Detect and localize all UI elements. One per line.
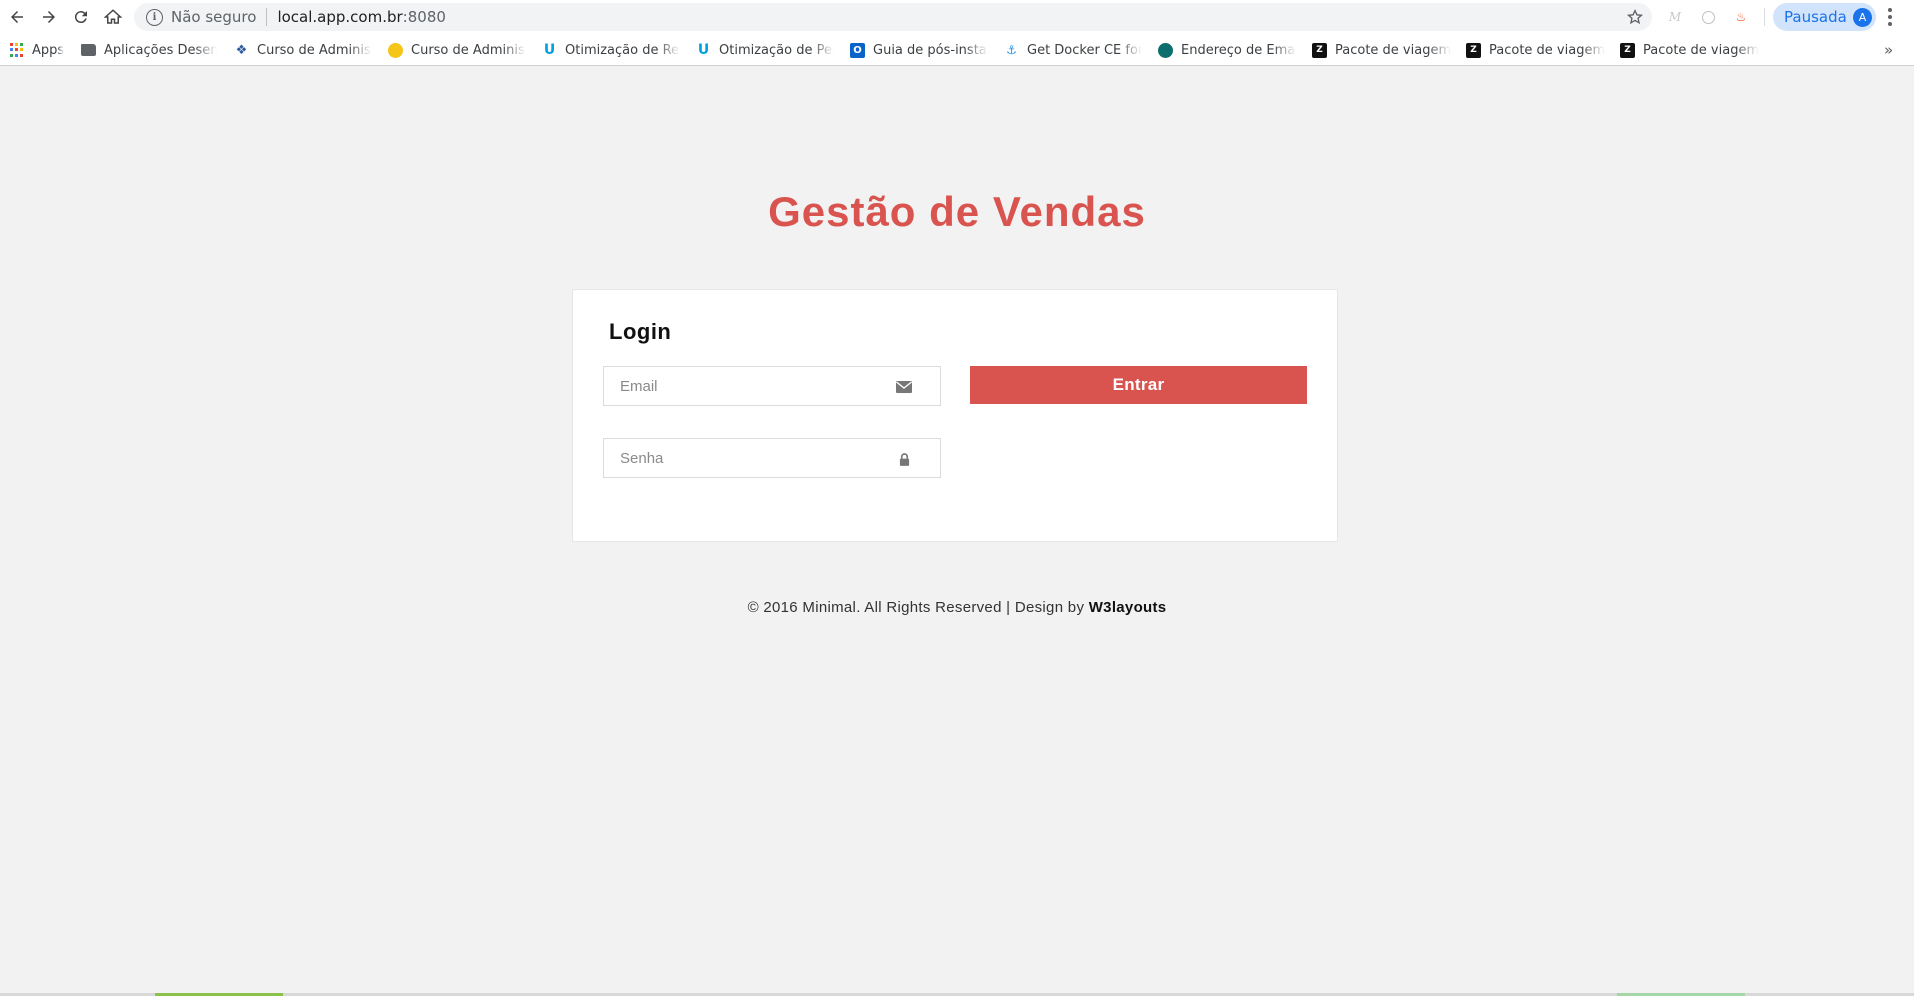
bookmark-label: Otimização de Performance [719, 42, 834, 58]
more-bookmarks-chevron-icon[interactable]: » [1884, 39, 1893, 61]
bookmark-label: Pacote de viagem [1643, 42, 1760, 58]
lock-icon [896, 451, 912, 467]
bookmark-label: Aplicações Desenvolvimento [104, 42, 217, 58]
home-button[interactable] [100, 4, 126, 30]
url-port: :8080 [402, 8, 446, 26]
bookmark-label: Apps [32, 42, 65, 58]
bookmark-curso-admin-2[interactable]: Curso de Administração [388, 39, 526, 61]
security-label: Não seguro [171, 8, 257, 26]
bookmark-endereco-email[interactable]: Endereço de Email [1158, 39, 1296, 61]
back-button[interactable] [4, 4, 30, 30]
bookmark-label: Otimização de Recursos [565, 42, 680, 58]
globe-icon [1158, 42, 1173, 58]
bookmark-label: Curso de Administração [411, 42, 526, 58]
bookmark-pacote-viagem-2[interactable]: Z Pacote de viagem [1466, 39, 1606, 61]
bookmarks-bar: Apps Aplicações Desenvolvimento ❖ Curso … [0, 33, 1914, 66]
bookmark-label: Get Docker CE for [1027, 42, 1142, 58]
zend-icon: Z [1312, 42, 1327, 58]
extension-fire-icon[interactable]: ♨ [1733, 9, 1749, 25]
bookmark-otimizacao-2[interactable]: U Otimização de Performance [696, 39, 834, 61]
profile-button[interactable]: Pausada A [1773, 3, 1876, 31]
profile-label: Pausada [1784, 8, 1847, 26]
back-arrow-icon [11, 11, 23, 23]
docker-icon: ⚓ [1006, 43, 1017, 57]
home-icon [104, 9, 122, 24]
info-icon[interactable]: i [146, 8, 163, 26]
password-input[interactable] [604, 439, 940, 477]
reload-button[interactable] [68, 4, 94, 30]
bookmark-label: Pacote de viagem [1489, 42, 1606, 58]
bookmark-apps[interactable]: Apps [9, 39, 69, 61]
reload-icon [74, 11, 87, 24]
outlook-icon: O [850, 42, 865, 58]
login-heading: Login [609, 319, 672, 344]
browser-menu-icon[interactable] [1884, 7, 1896, 27]
forward-arrow-icon [43, 11, 55, 23]
extension-circle-icon[interactable] [1700, 9, 1716, 25]
bird-icon: ❖ [235, 42, 248, 58]
password-field[interactable] [603, 438, 941, 478]
extension-m-icon[interactable]: M [1667, 9, 1683, 25]
forward-button[interactable] [36, 4, 62, 30]
url-host: local.app.com.br [277, 8, 403, 26]
page-title: Gestão de Vendas [768, 188, 1146, 235]
bookmark-label: Endereço de Email [1181, 42, 1296, 58]
bookmark-label: Pacote de viagem [1335, 42, 1452, 58]
login-submit-button[interactable]: Entrar [970, 366, 1307, 404]
zend-icon: Z [1620, 42, 1635, 58]
bookmark-curso-admin-1[interactable]: ❖ Curso de Administração [234, 39, 372, 61]
footer-designer-link[interactable]: W3layouts [1089, 599, 1167, 616]
apps-grid-icon [9, 42, 24, 58]
toolbar-divider [1764, 8, 1765, 26]
email-field[interactable] [603, 366, 941, 406]
browser-toolbar: i Não seguro local.app.com.br:8080 M ♨ P… [0, 0, 1914, 33]
address-bar[interactable]: i Não seguro local.app.com.br:8080 [134, 3, 1652, 31]
bookmark-guia-pos-instalacao[interactable]: O Guia de pós-instalação [850, 39, 988, 61]
bookmark-get-docker[interactable]: ⚓ Get Docker CE for [1004, 39, 1142, 61]
bookmark-label: Guia de pós-instalação [873, 42, 988, 58]
email-input[interactable] [604, 367, 940, 405]
address-divider [266, 8, 268, 26]
udemy-icon: U [697, 42, 710, 58]
bookmark-pacote-viagem-1[interactable]: Z Pacote de viagem [1312, 39, 1452, 61]
avatar: A [1853, 8, 1872, 27]
footer-text: © 2016 Minimal. All Rights Reserved | De… [747, 599, 1089, 616]
zend-icon: Z [1466, 42, 1481, 58]
sun-icon [388, 42, 403, 58]
footer-copyright: © 2016 Minimal. All Rights Reserved | De… [0, 599, 1914, 616]
bookmark-star-icon[interactable] [1626, 8, 1644, 26]
envelope-icon [896, 379, 912, 395]
bookmark-pacote-viagem-3[interactable]: Z Pacote de viagem [1620, 39, 1760, 61]
bookmark-otimizacao-1[interactable]: U Otimização de Recursos [542, 39, 680, 61]
udemy-icon: U [543, 42, 556, 58]
bookmark-label: Curso de Administração [257, 42, 372, 58]
login-card: Login Entrar [572, 289, 1338, 542]
folder-icon [81, 44, 96, 56]
bookmark-folder-aplicacoes[interactable]: Aplicações Desenvolvimento [81, 39, 217, 61]
